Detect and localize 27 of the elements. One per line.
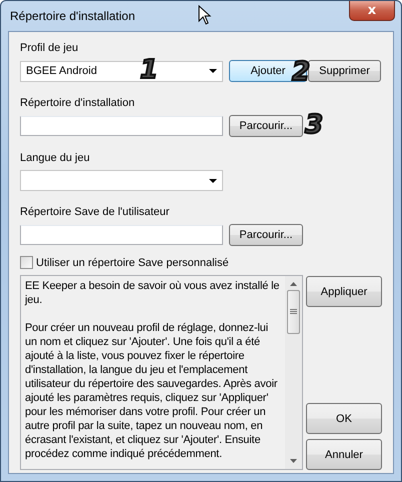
browse-button[interactable]: Parcourir... <box>229 224 303 246</box>
help-paragraph: Pour créer un nouveau profil de réglage, donnez-lui un nom et cliquez sur 'Ajouter'. Une fois qu'il a été ajouté à la liste, vous pouvez fixer le répertoire d'installation, la langue du jeu et l'emplacement utilisateur du répertoire des sauvegardes. Après avoir ajouté les paramètres requis, cliquez sur 'Appliquer' pour les mémoriser dans votre profil. Pour créer un autre profil par la suite, tapez un nouveau nom, en écrasant l'existant, et cliquez sur 'Ajouter'. Ensuite procédez comme indiqué précédemment. <box>25 321 278 461</box>
field-label: Répertoire d'installation <box>20 96 136 111</box>
window-title: Répertoire d'installation <box>10 9 136 23</box>
install-path-field[interactable] <box>20 116 223 136</box>
cursor-icon <box>198 5 212 25</box>
help-paragraph: EE Keeper a besoin de savoir où vous avez installé le jeu. <box>25 279 280 307</box>
checkbox[interactable] <box>20 256 33 269</box>
close-button[interactable]: x <box>349 1 395 21</box>
apply-button[interactable]: Appliquer <box>306 276 382 307</box>
cancel-button[interactable]: Annuler <box>306 439 382 470</box>
ok-button[interactable]: OK <box>306 403 382 434</box>
scroll-up-icon[interactable] <box>290 282 297 286</box>
dropdown-arrow-icon <box>209 178 217 182</box>
field-label: Profil de jeu <box>20 41 80 56</box>
browse-button[interactable]: Parcourir... <box>229 115 303 137</box>
scroll-thumb[interactable] <box>287 290 300 334</box>
scrollbar[interactable] <box>285 276 302 469</box>
annotation-number: 3 <box>305 112 324 138</box>
field-label: Langue du jeu <box>20 151 91 166</box>
save-path-field[interactable] <box>20 225 223 245</box>
language-dropdown[interactable] <box>20 170 223 191</box>
scroll-down-icon[interactable] <box>290 459 297 463</box>
checkbox-label: Utiliser un répertoire Save personnalisé <box>36 256 229 268</box>
delete-button[interactable]: Supprimer <box>308 60 381 82</box>
dropdown-arrow-icon <box>209 69 217 73</box>
field-label: Répertoire Save de l'utilisateur <box>20 205 170 220</box>
